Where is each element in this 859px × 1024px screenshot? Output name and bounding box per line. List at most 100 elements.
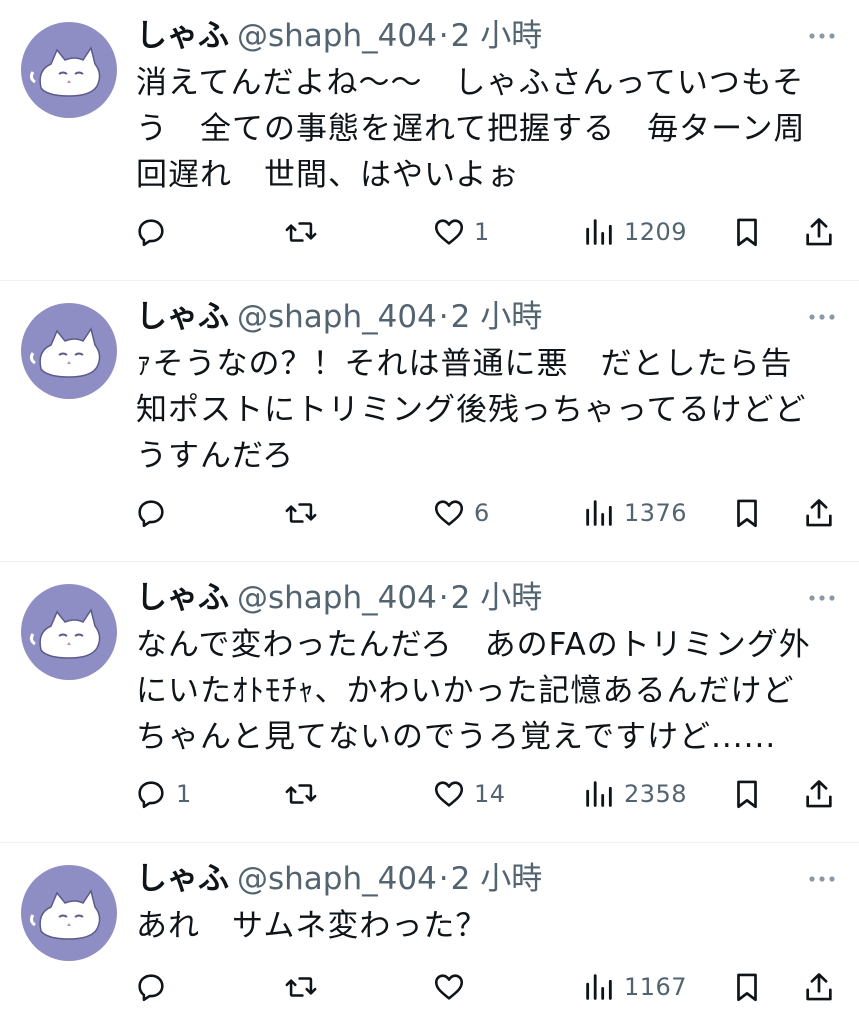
views-count: 1167 xyxy=(624,973,688,1001)
bookmark-button[interactable] xyxy=(730,774,764,814)
tweet-actions: 1167 xyxy=(0,967,859,1007)
tweet-text-line: ちゃんと見てないのでうろ覚えですけど...... xyxy=(136,719,777,755)
retweet-icon xyxy=(285,784,317,804)
like-count: 6 xyxy=(474,499,490,527)
views-chart-icon xyxy=(586,781,612,807)
share-button[interactable] xyxy=(802,212,836,252)
share-icon xyxy=(806,780,832,808)
tweet-actions: 1 1209 xyxy=(0,212,859,252)
bookmark-button[interactable] xyxy=(730,212,764,252)
avatar[interactable] xyxy=(21,584,117,680)
views-count: 1209 xyxy=(624,218,688,246)
avatar[interactable] xyxy=(21,22,117,118)
reply-icon xyxy=(138,219,164,247)
tweet-text-line: ｧそうなの？！それは普通に悪 だとしたら告 xyxy=(136,346,793,382)
user-handle[interactable]: @shaph_404 xyxy=(237,299,437,335)
display-name[interactable]: しゃふ xyxy=(136,18,229,54)
tweet-text-line: なんで変わったんだろ あのFAのトリミング外 xyxy=(136,627,811,663)
reply-button[interactable]: 1 xyxy=(134,774,192,814)
tweet-text: 消えてんだよね～～ しゃふさんっていつもそう 全ての事態を遅れて把握する 毎ター… xyxy=(136,60,836,198)
tweet-text-line: 消えてんだよね～～ しゃふさんっていつもそ xyxy=(136,65,805,101)
tweet-header: しゃふ @shaph_404·2 小時 xyxy=(136,12,542,60)
timestamp[interactable]: 2 小時 xyxy=(451,580,543,616)
tweet[interactable]: しゃふ @shaph_404·2 小時 ｧそうなの？！それは普通に悪 だとしたら告… xyxy=(0,281,859,562)
timestamp[interactable]: 2 小時 xyxy=(451,18,543,54)
tweet-text-line: うすんだろ xyxy=(136,438,295,474)
timeline: しゃふ @shaph_404·2 小時 消えてんだよね～～ しゃふさんっていつもそ… xyxy=(0,0,859,1024)
heart-icon xyxy=(434,974,464,1000)
tweet[interactable]: しゃふ @shaph_404·2 小時 消えてんだよね～～ しゃふさんっていつもそ… xyxy=(0,0,859,281)
user-handle[interactable]: @shaph_404 xyxy=(237,861,437,897)
reply-button[interactable] xyxy=(134,967,176,1007)
bookmark-icon xyxy=(737,218,757,247)
retweet-icon xyxy=(285,222,317,242)
display-name[interactable]: しゃふ xyxy=(136,299,229,335)
share-button[interactable] xyxy=(802,493,836,533)
tweet-actions: 6 1376 xyxy=(0,493,859,533)
views-chart-icon xyxy=(586,500,612,526)
avatar[interactable] xyxy=(21,865,117,961)
reply-icon xyxy=(138,500,164,528)
retweet-button[interactable] xyxy=(284,967,326,1007)
like-count: 14 xyxy=(474,780,506,808)
tweet-text-line: 知ポストにトリミング後残っちゃってるけどど xyxy=(136,392,807,428)
like-button[interactable]: 6 xyxy=(432,493,490,533)
tweet[interactable]: しゃふ @shaph_404·2 小時 なんで変わったんだろ あのFAのトリミング… xyxy=(0,562,859,843)
views-count: 2358 xyxy=(624,780,688,808)
views-button[interactable]: 1209 xyxy=(582,212,687,252)
user-handle[interactable]: @shaph_404 xyxy=(237,18,437,54)
tweet-text-line: あれ サムネ変わった？ xyxy=(136,908,488,944)
timestamp[interactable]: 2 小時 xyxy=(451,299,543,335)
retweet-button[interactable] xyxy=(284,774,326,814)
like-button[interactable]: 1 xyxy=(432,212,490,252)
bookmark-button[interactable] xyxy=(730,967,764,1007)
display-name[interactable]: しゃふ xyxy=(136,580,229,616)
bookmark-button[interactable] xyxy=(730,493,764,533)
like-button[interactable]: 14 xyxy=(432,774,506,814)
reply-count: 1 xyxy=(176,780,192,808)
more-dots-icon[interactable] xyxy=(807,307,837,327)
more-dots-icon[interactable] xyxy=(807,588,837,608)
views-button[interactable]: 1376 xyxy=(582,493,687,533)
user-handle[interactable]: @shaph_404 xyxy=(237,580,437,616)
tweet-header: しゃふ @shaph_404·2 小時 xyxy=(136,855,542,903)
timestamp[interactable]: 2 小時 xyxy=(451,861,543,897)
display-name[interactable]: しゃふ xyxy=(136,861,229,897)
tweet-text: ｧそうなの？！それは普通に悪 だとしたら告 知ポストにトリミング後残っちゃってるけ… xyxy=(136,341,836,479)
more-dots-icon[interactable] xyxy=(807,26,837,46)
reply-button[interactable] xyxy=(134,212,176,252)
tweet-actions: 1 14 2358 xyxy=(0,774,859,814)
views-button[interactable]: 1167 xyxy=(582,967,687,1007)
views-chart-icon xyxy=(586,219,612,245)
retweet-button[interactable] xyxy=(284,493,326,533)
reply-button[interactable] xyxy=(134,493,176,533)
heart-icon xyxy=(434,781,464,807)
retweet-icon xyxy=(285,503,317,523)
separator-dot: · xyxy=(438,18,449,54)
share-button[interactable] xyxy=(802,774,836,814)
share-button[interactable] xyxy=(802,967,836,1007)
views-button[interactable]: 2358 xyxy=(582,774,687,814)
bookmark-icon xyxy=(737,973,757,1002)
views-count: 1376 xyxy=(624,499,688,527)
heart-icon xyxy=(434,500,464,526)
tweet-text: あれ サムネ変わった？ xyxy=(136,903,836,949)
retweet-button[interactable] xyxy=(284,212,326,252)
views-chart-icon xyxy=(586,974,612,1000)
like-button[interactable] xyxy=(432,967,474,1007)
separator-dot: · xyxy=(438,299,449,335)
tweet-text-line: う 全ての事態を遅れて把握する 毎ターン周 xyxy=(136,111,806,147)
tweet-text: なんで変わったんだろ あのFAのトリミング外 にいたｵﾄﾓﾁｬ、かわいかった記憶あ… xyxy=(136,622,836,760)
tweet-text-line: 回遅れ 世間、はやいよぉ xyxy=(136,157,520,193)
tweet[interactable]: しゃふ @shaph_404·2 小時 あれ サムネ変わった？ 1167 xyxy=(0,843,859,1024)
heart-icon xyxy=(434,219,464,245)
tweet-text-line: にいたｵﾄﾓﾁｬ、かわいかった記憶あるんだけど xyxy=(136,673,795,709)
more-dots-icon[interactable] xyxy=(807,869,837,889)
share-icon xyxy=(806,218,832,246)
like-count: 1 xyxy=(474,218,490,246)
share-icon xyxy=(806,499,832,527)
avatar[interactable] xyxy=(21,303,117,399)
tweet-header: しゃふ @shaph_404·2 小時 xyxy=(136,574,542,622)
reply-icon xyxy=(138,974,164,1002)
bookmark-icon xyxy=(737,780,757,809)
